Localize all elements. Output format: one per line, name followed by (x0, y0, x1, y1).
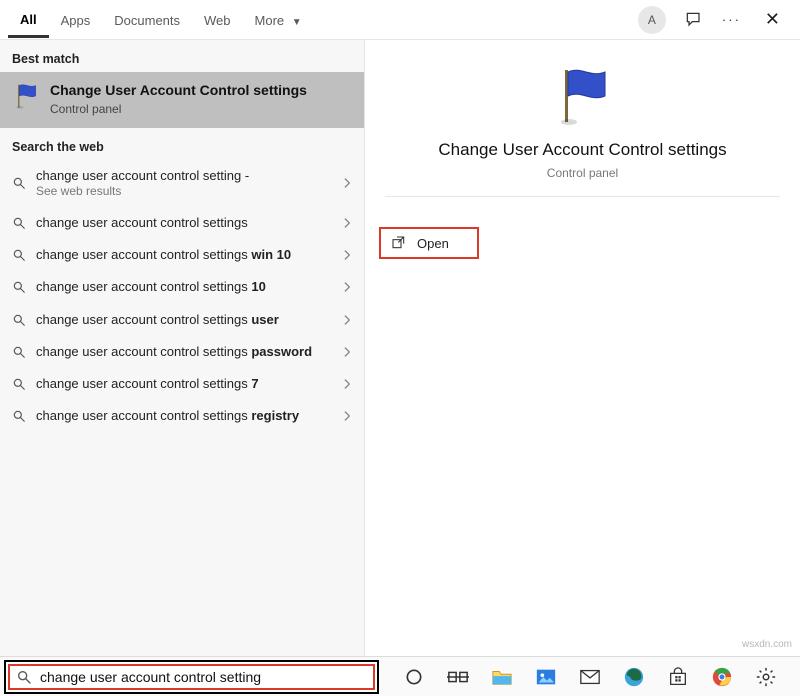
web-result-label: change user account control settings (36, 215, 330, 231)
best-match-sub: Control panel (50, 102, 307, 116)
chevron-right-icon (340, 216, 354, 230)
close-icon[interactable]: ✕ (759, 5, 786, 34)
mail-icon[interactable] (579, 666, 601, 688)
separator (385, 196, 780, 197)
chevron-right-icon (340, 377, 354, 391)
best-match-title: Change User Account Control settings (50, 82, 307, 100)
web-result-item[interactable]: change user account control settings use… (0, 304, 364, 336)
avatar[interactable]: A (638, 6, 666, 34)
web-result-sub: See web results (36, 184, 330, 199)
file-explorer-icon[interactable] (491, 666, 513, 688)
tab-documents[interactable]: Documents (102, 3, 192, 36)
web-result-label: change user account control settings pas… (36, 344, 330, 360)
best-match-item[interactable]: Change User Account Control settings Con… (0, 72, 364, 128)
web-result-item[interactable]: change user account control settings reg… (0, 400, 364, 432)
web-result-item[interactable]: change user account control setting -See… (0, 160, 364, 207)
more-options-icon[interactable]: ··· (722, 12, 741, 27)
chevron-right-icon (340, 345, 354, 359)
chevron-right-icon (340, 176, 354, 190)
taskbar (0, 656, 800, 696)
settings-icon[interactable] (755, 666, 777, 688)
web-result-label: change user account control settings win… (36, 247, 330, 263)
tab-apps[interactable]: Apps (49, 3, 103, 36)
tab-web[interactable]: Web (192, 3, 243, 36)
open-icon (391, 235, 407, 251)
search-web-label: Search the web (0, 128, 364, 160)
web-result-label: change user account control settings 7 (36, 376, 330, 392)
task-view-icon[interactable] (447, 666, 469, 688)
web-result-item[interactable]: change user account control settings pas… (0, 336, 364, 368)
best-match-label: Best match (0, 40, 364, 72)
cortana-icon[interactable] (403, 666, 425, 688)
chrome-icon[interactable] (711, 666, 733, 688)
preview-panel: Change User Account Control settings Con… (365, 40, 800, 656)
search-icon (12, 313, 26, 327)
open-label: Open (417, 236, 449, 251)
feedback-icon[interactable] (684, 10, 704, 30)
chevron-right-icon (340, 409, 354, 423)
tab-all[interactable]: All (8, 2, 49, 38)
search-input[interactable] (38, 668, 367, 686)
web-result-item[interactable]: change user account control settings 10 (0, 271, 364, 303)
preview-title: Change User Account Control settings (438, 140, 726, 160)
search-icon (12, 377, 26, 391)
watermark: wsxdn.com (742, 639, 792, 650)
edge-icon[interactable] (623, 666, 645, 688)
tab-more[interactable]: More ▼ (243, 3, 314, 36)
web-result-label: change user account control settings use… (36, 312, 330, 328)
chevron-right-icon (340, 313, 354, 327)
top-icons: A ··· ✕ (638, 5, 792, 34)
web-result-label: change user account control settings 10 (36, 279, 330, 295)
taskbar-search[interactable] (4, 660, 379, 694)
chevron-right-icon (340, 280, 354, 294)
search-icon (16, 669, 32, 685)
search-icon (12, 280, 26, 294)
open-button[interactable]: Open (379, 227, 479, 259)
chevron-right-icon (340, 248, 354, 262)
search-icon (12, 176, 26, 190)
search-icon (12, 409, 26, 423)
search-icon (12, 248, 26, 262)
preview-sub: Control panel (547, 166, 618, 180)
web-result-label: change user account control setting -See… (36, 168, 330, 199)
chevron-down-icon: ▼ (292, 17, 302, 28)
flag-icon (551, 64, 615, 128)
web-result-item[interactable]: change user account control settings (0, 207, 364, 239)
results-panel: Best match Change User Account Control s… (0, 40, 365, 656)
web-result-label: change user account control settings reg… (36, 408, 330, 424)
tab-more-label: More (255, 13, 285, 28)
search-tabs: All Apps Documents Web More ▼ A ··· ✕ (0, 0, 800, 40)
photos-icon[interactable] (535, 666, 557, 688)
store-icon[interactable] (667, 666, 689, 688)
flag-icon (12, 82, 40, 110)
search-icon (12, 216, 26, 230)
web-result-item[interactable]: change user account control settings 7 (0, 368, 364, 400)
search-icon (12, 345, 26, 359)
web-result-item[interactable]: change user account control settings win… (0, 239, 364, 271)
